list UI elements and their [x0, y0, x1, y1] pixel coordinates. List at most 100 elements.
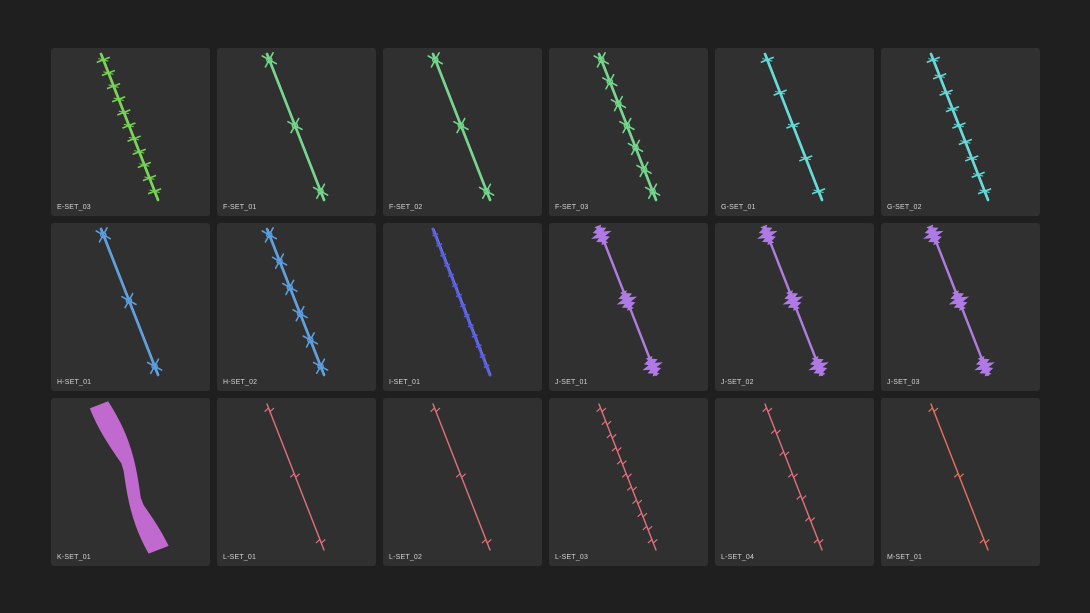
barb: [637, 512, 648, 518]
barb: [642, 355, 663, 377]
barb: [427, 52, 444, 68]
asset-tile[interactable]: F-SET_01: [217, 48, 376, 216]
barb: [478, 183, 495, 200]
wire-highlight: [765, 53, 824, 201]
barb: [779, 450, 790, 457]
wire-preview: [431, 227, 492, 377]
asset-label: F-SET_01: [223, 204, 257, 211]
asset-tile[interactable]: F-SET_03: [549, 48, 708, 216]
barb: [596, 406, 607, 413]
asset-tile[interactable]: L-SET_02: [383, 398, 542, 566]
wire-strand: [431, 52, 492, 202]
asset-label: J-SET_01: [555, 379, 588, 386]
barb: [455, 472, 466, 479]
wire-preview: [427, 52, 495, 202]
wire-strand: [99, 227, 160, 377]
barb: [974, 355, 995, 377]
barb: [757, 224, 778, 246]
barb: [804, 516, 816, 523]
asset-label: L-SET_04: [721, 554, 755, 561]
barb: [591, 224, 612, 246]
barb: [312, 183, 329, 200]
barb: [602, 73, 618, 90]
asset-label: E-SET_03: [57, 204, 91, 211]
barb: [146, 358, 163, 375]
asset-label: M-SET_01: [887, 554, 923, 561]
barb: [261, 52, 278, 68]
asset-label: L-SET_03: [555, 554, 589, 561]
asset-tile[interactable]: I-SET_01: [383, 223, 542, 391]
barb: [770, 428, 781, 435]
barb: [302, 332, 319, 348]
barb: [292, 305, 308, 322]
barb: [813, 538, 824, 545]
asset-tile[interactable]: J-SET_01: [549, 223, 708, 391]
barb: [762, 406, 773, 413]
wire-strand: [431, 227, 492, 377]
asset-tile[interactable]: L-SET_04: [715, 398, 874, 566]
wire-preview: [95, 227, 163, 377]
asset-label: H-SET_02: [223, 379, 258, 386]
barb: [281, 279, 298, 296]
wire-preview: [760, 52, 826, 202]
barb: [271, 253, 288, 269]
asset-label: F-SET_03: [555, 204, 589, 211]
asset-tile[interactable]: E-SET_03: [51, 48, 210, 216]
asset-tile[interactable]: H-SET_02: [217, 223, 376, 391]
wire-highlight: [433, 228, 492, 376]
wire-strand: [597, 52, 658, 202]
wire-preview: [757, 224, 829, 377]
barb: [948, 290, 970, 311]
wire-preview: [923, 224, 995, 377]
asset-tile[interactable]: M-SET_01: [881, 398, 1040, 566]
barb: [787, 472, 798, 479]
asset-tile[interactable]: L-SET_01: [217, 398, 376, 566]
barb: [619, 117, 635, 134]
barb: [808, 355, 829, 377]
barb: [621, 472, 632, 479]
barb: [315, 538, 326, 545]
barb: [923, 224, 944, 246]
wire-preview: [591, 224, 663, 377]
barb: [627, 139, 644, 156]
asset-tile[interactable]: G-SET_01: [715, 48, 874, 216]
barb: [289, 472, 300, 479]
asset-label: F-SET_02: [389, 204, 423, 211]
asset-label: J-SET_02: [721, 379, 754, 386]
asset-tile[interactable]: K-SET_01: [51, 398, 210, 566]
wire-strand: [265, 52, 326, 202]
barb: [453, 117, 469, 134]
asset-tile[interactable]: F-SET_02: [383, 48, 542, 216]
barb: [644, 183, 661, 200]
barb: [616, 459, 627, 466]
asset-grid: E-SET_03 F-SET_01 F-SET_02 F-SET_03 G-SE…: [51, 48, 1040, 566]
wire-ribbon: [89, 401, 169, 554]
asset-tile[interactable]: G-SET_02: [881, 48, 1040, 216]
barb: [616, 290, 638, 311]
barb: [611, 446, 622, 453]
barb: [928, 406, 939, 413]
barb: [430, 406, 441, 413]
asset-tile[interactable]: H-SET_01: [51, 223, 210, 391]
wire-preview: [762, 403, 824, 551]
barb: [287, 117, 303, 134]
asset-label: K-SET_01: [57, 554, 91, 561]
wire-preview: [264, 403, 326, 551]
wire-preview: [430, 403, 492, 551]
barb: [261, 227, 278, 243]
barb: [593, 52, 610, 68]
asset-tile[interactable]: J-SET_03: [881, 223, 1040, 391]
barb: [606, 433, 617, 440]
wire-preview: [928, 403, 990, 551]
barb: [796, 494, 807, 501]
asset-tile[interactable]: L-SET_03: [549, 398, 708, 566]
asset-label: L-SET_01: [223, 554, 257, 561]
wire-highlight: [267, 228, 326, 376]
asset-label: G-SET_01: [721, 204, 756, 211]
asset-tile[interactable]: J-SET_02: [715, 223, 874, 391]
barb: [601, 420, 612, 426]
wire-preview: [596, 403, 658, 551]
asset-label: L-SET_02: [389, 554, 423, 561]
barb: [610, 95, 627, 112]
barb: [632, 498, 643, 505]
